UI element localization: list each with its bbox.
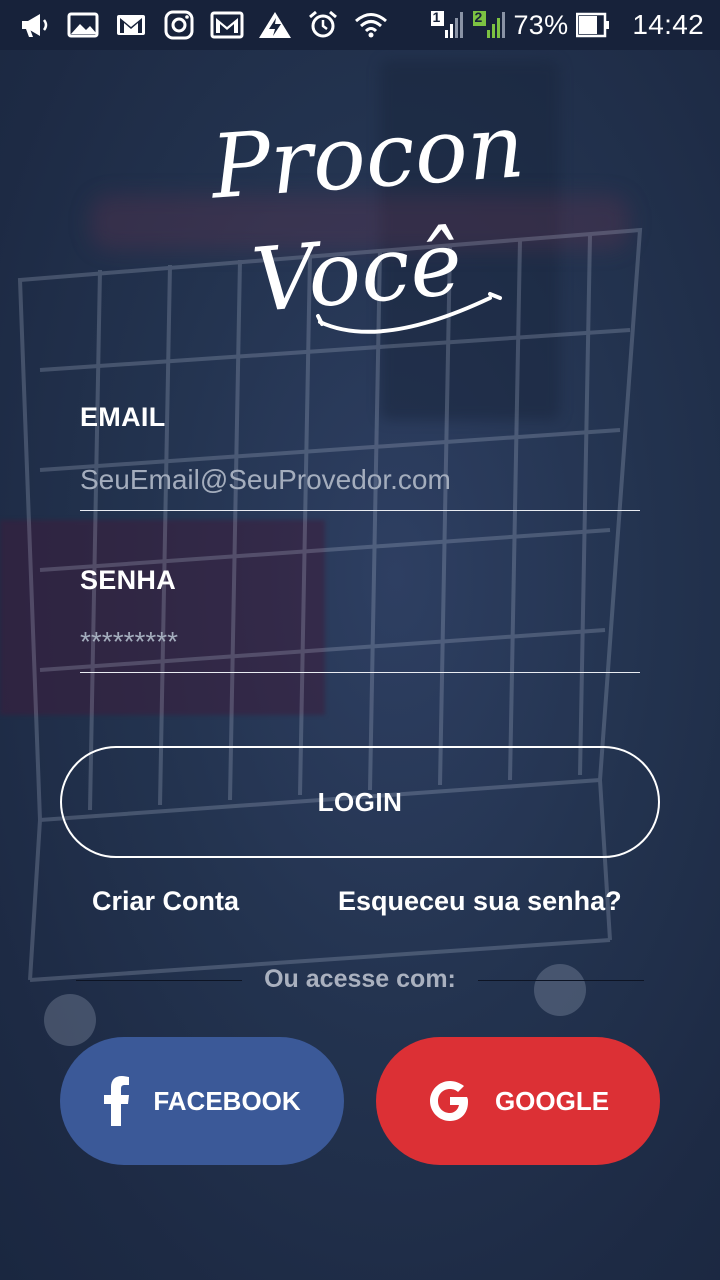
forgot-password-link[interactable]: Esqueceu sua senha?	[338, 886, 622, 917]
gmail-icon	[114, 10, 148, 40]
image-icon	[66, 10, 100, 40]
facebook-label: FACEBOOK	[153, 1085, 301, 1116]
google-icon	[427, 1078, 473, 1124]
sim1-label: 1	[432, 9, 441, 25]
logo-line2: Você	[248, 211, 466, 332]
signal-icon: 1	[429, 9, 464, 40]
clock-time: 14:42	[632, 9, 704, 40]
email-label: EMAIL	[80, 402, 166, 432]
warning-icon	[258, 10, 292, 40]
signal-icon: 2	[471, 9, 506, 40]
alarm-icon	[306, 10, 340, 40]
create-account-link[interactable]: Criar Conta	[92, 886, 239, 917]
procon-voce-logo: Procon Você	[190, 70, 520, 360]
password-input[interactable]	[80, 612, 640, 673]
email-input[interactable]	[80, 450, 640, 511]
login-button[interactable]: LOGIN	[60, 746, 660, 858]
logo-line1: Procon	[206, 94, 520, 219]
megaphone-icon	[18, 10, 52, 40]
password-label: SENHA	[80, 565, 177, 595]
google-login-button[interactable]: GOOGLE	[376, 1037, 660, 1165]
sim2-label: 2	[474, 9, 483, 25]
mail-icon	[210, 10, 244, 40]
divider-text: Ou acesse com:	[264, 965, 456, 993]
instagram-icon	[162, 10, 196, 40]
facebook-login-button[interactable]: FACEBOOK	[60, 1037, 344, 1165]
facebook-icon	[103, 1076, 131, 1126]
battery-percent: 73%	[513, 9, 569, 40]
google-label: GOOGLE	[494, 1085, 610, 1116]
status-bar: 1 2 73% 14:42	[0, 0, 720, 50]
battery-icon	[576, 10, 610, 40]
login-screen: 1 2 73% 14:42 Procon Você EMAIL SENHA LO…	[0, 0, 720, 1280]
wifi-icon	[354, 10, 388, 40]
